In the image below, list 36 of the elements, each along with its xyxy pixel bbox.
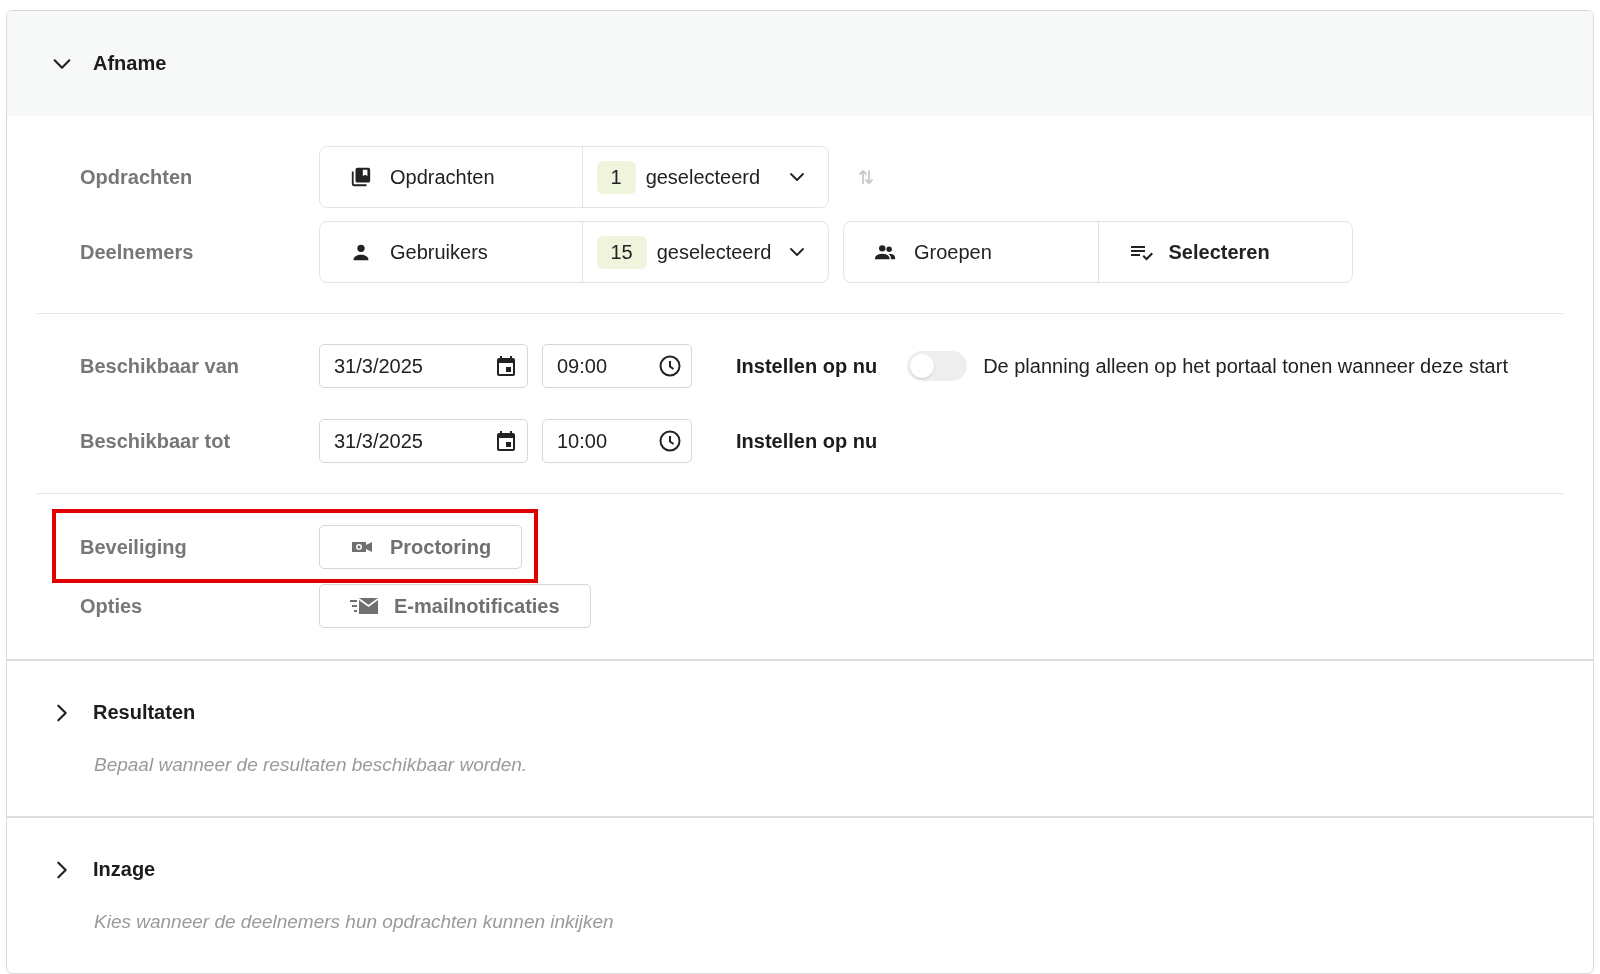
toggle-label: De planning alleen op het portaal tonen wanneer deze start [983, 354, 1508, 378]
set-now-link[interactable]: Instellen op nu [736, 354, 878, 378]
selector-tab[interactable]: Groepen [844, 222, 1098, 282]
calendar-icon [494, 429, 518, 453]
selection-dropdown[interactable]: 15 geselecteerd [581, 222, 828, 282]
field-label: Opties [79, 594, 144, 618]
option-button[interactable]: E-mailnotificaties [319, 584, 591, 628]
option-button[interactable]: Proctoring [319, 525, 523, 569]
selection-text: geselecteerd [656, 240, 772, 264]
time-field[interactable]: 09:00 [542, 344, 692, 388]
selector-tab[interactable]: Gebruikers [320, 222, 582, 282]
time-field[interactable]: 10:00 [542, 419, 692, 463]
set-now-link[interactable]: Instellen op nu [736, 429, 878, 453]
field-label: Deelnemers [79, 240, 195, 264]
section-title[interactable]: Inzage [93, 858, 156, 881]
date-field[interactable]: 31/3/2025 [319, 344, 528, 388]
field-label: Beschikbaar van [79, 354, 240, 378]
field-label: Beveiliging [79, 535, 188, 559]
count-badge: 15 [596, 235, 647, 269]
selection-dropdown[interactable]: 1 geselecteerd [581, 147, 828, 207]
section-title[interactable]: Resultaten [93, 701, 196, 724]
count-badge: 1 [596, 160, 636, 194]
field-label: Opdrachten [79, 165, 194, 189]
section-description: Kies wanneer de deelnemers hun opdrachten kunnen inkijken [93, 910, 615, 934]
field-label: Beschikbaar tot [79, 429, 232, 453]
clock-icon [658, 354, 682, 378]
section-description: Bepaal wanneer de resultaten beschikbaar worden. [93, 753, 529, 777]
section-title[interactable]: Afname [93, 52, 167, 75]
toggle-switch[interactable] [907, 351, 968, 381]
clock-icon [658, 429, 682, 453]
select-button[interactable]: Selecteren [1097, 222, 1352, 282]
book-stack-icon [350, 166, 372, 188]
selection-text: geselecteerd [645, 165, 761, 189]
calendar-icon [494, 354, 518, 378]
date-field[interactable]: 31/3/2025 [319, 419, 528, 463]
selector-tab[interactable]: Opdrachten [320, 147, 582, 207]
